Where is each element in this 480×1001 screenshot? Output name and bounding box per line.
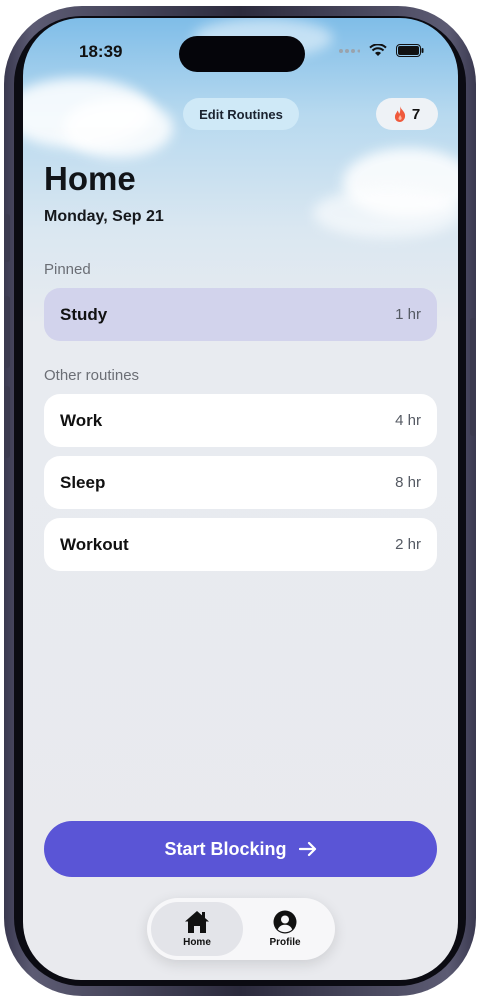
cloud	[63, 98, 173, 158]
volume-up-button	[4, 296, 10, 368]
tab-label: Home	[183, 937, 211, 948]
signal-icon	[339, 48, 360, 53]
routine-name: Sleep	[60, 472, 106, 492]
dynamic-island	[179, 36, 305, 72]
page-title: Home	[44, 160, 136, 197]
routine-name: Work	[60, 410, 103, 430]
streak-count: 7	[411, 105, 421, 123]
routine-duration: 4 hr	[395, 412, 421, 429]
status-time: 18:39	[79, 42, 123, 61]
streak-badge[interactable]: 7	[376, 98, 438, 130]
profile-icon	[273, 910, 297, 934]
power-button	[470, 318, 476, 436]
start-blocking-label: Start Blocking	[164, 838, 287, 859]
volume-down-button	[4, 386, 10, 458]
battery-icon	[396, 44, 424, 57]
routine-item-study[interactable]: Study 1 hr	[44, 288, 437, 341]
tab-profile[interactable]: Profile	[239, 902, 331, 956]
tab-label: Profile	[269, 937, 301, 948]
routine-item-work[interactable]: Work 4 hr	[44, 394, 437, 447]
edit-routines-button[interactable]: Edit Routines	[183, 98, 299, 130]
flame-icon	[394, 106, 405, 122]
routine-name: Study	[60, 304, 108, 324]
start-blocking-button[interactable]: Start Blocking	[44, 821, 437, 877]
routine-duration: 8 hr	[395, 474, 421, 491]
routine-name: Workout	[60, 534, 129, 554]
other-routines-label: Other routines	[44, 367, 140, 384]
home-icon	[185, 911, 209, 933]
arrow-right-icon	[298, 841, 316, 857]
pinned-label: Pinned	[44, 261, 91, 278]
page-date: Monday, Sep 21	[44, 208, 164, 225]
status-icons	[338, 44, 424, 57]
routine-duration: 2 hr	[395, 536, 421, 553]
screen: 18:39 Edit Routines 7 Home Monday, Sep 2…	[23, 18, 458, 980]
routine-duration: 1 hr	[395, 306, 421, 323]
side-button	[4, 214, 10, 262]
wifi-icon	[369, 44, 387, 56]
tab-home[interactable]: Home	[151, 902, 243, 956]
routine-item-workout[interactable]: Workout 2 hr	[44, 518, 437, 571]
cloud	[313, 188, 458, 238]
tab-bar: Home Profile	[147, 898, 335, 960]
routine-item-sleep[interactable]: Sleep 8 hr	[44, 456, 437, 509]
